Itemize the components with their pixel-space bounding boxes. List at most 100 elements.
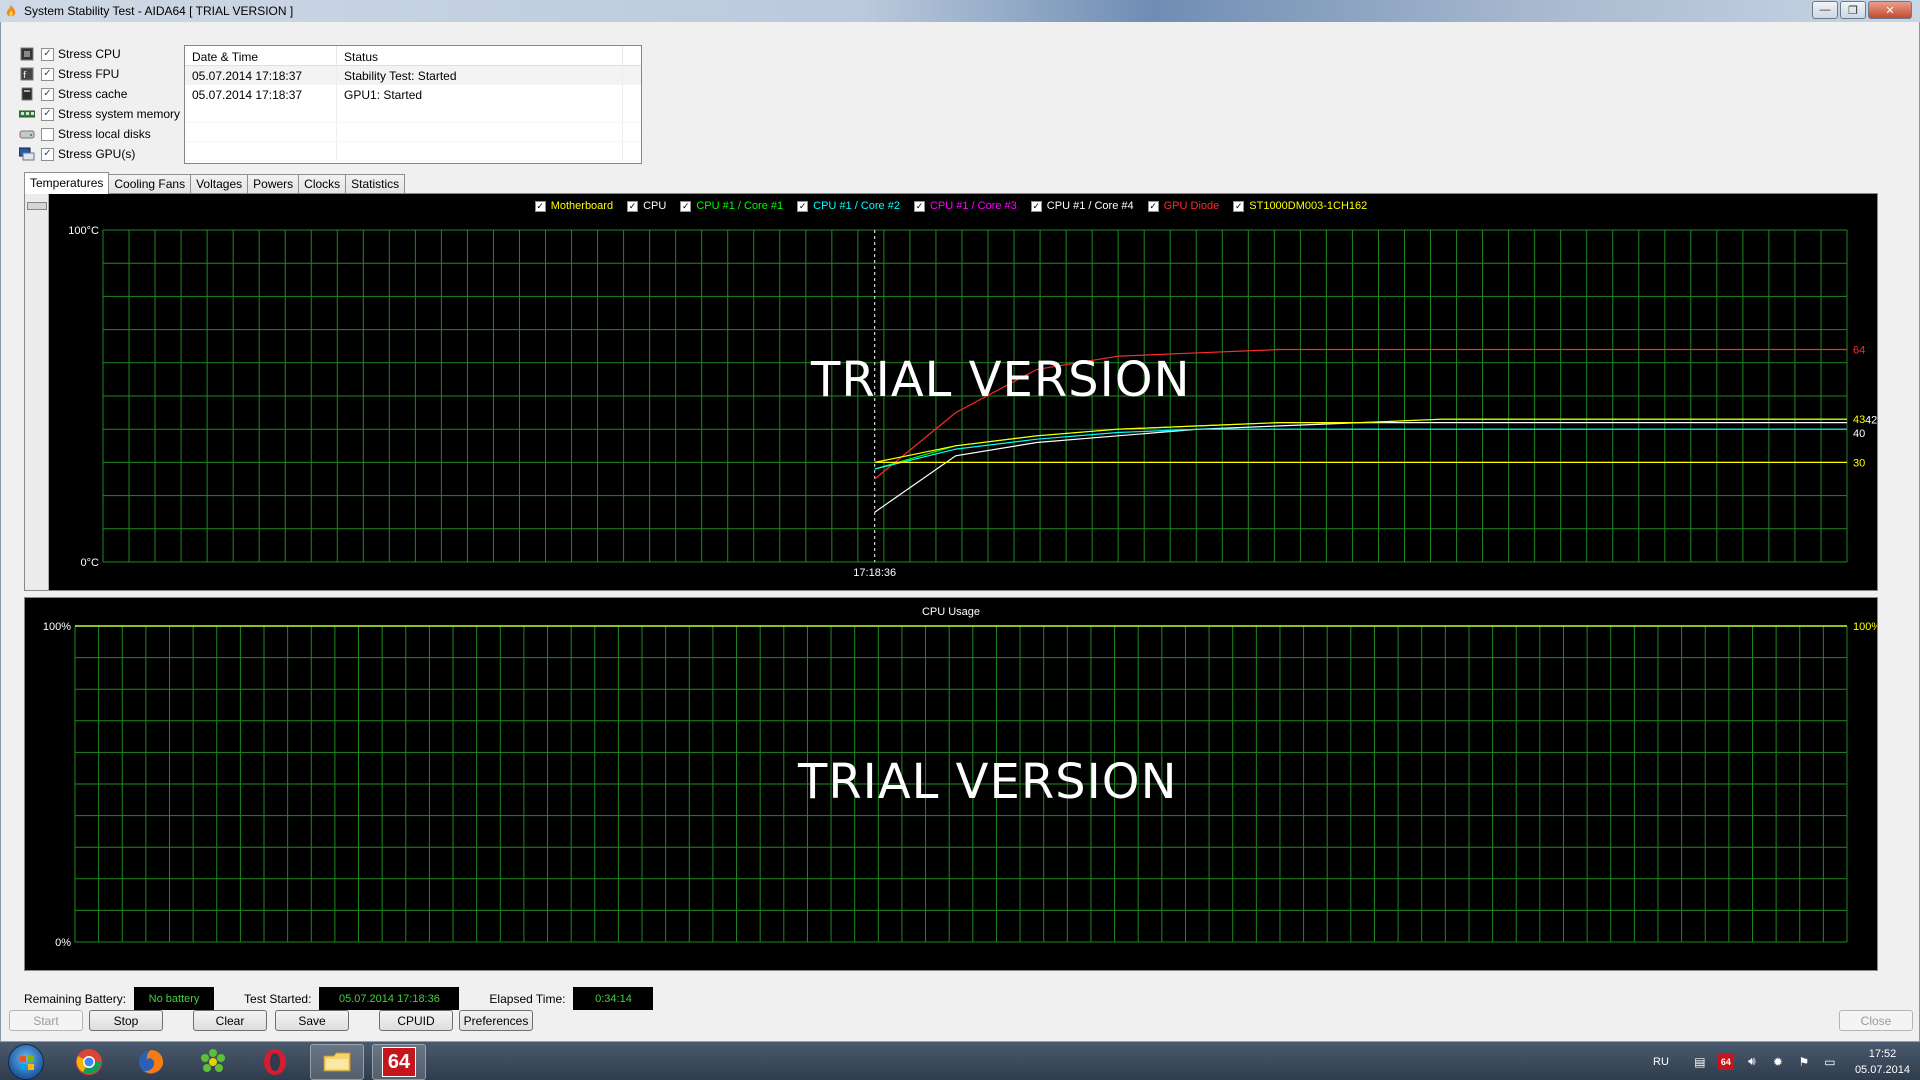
restore-icon: ❐	[1848, 4, 1858, 17]
save-button[interactable]: Save	[275, 1010, 349, 1031]
stress-cpu-checkbox[interactable]: ✓	[41, 47, 54, 61]
log-row[interactable]: 05.07.2014 17:18:37 GPU1: Started	[185, 85, 641, 104]
y-axis-min-label: 0%	[55, 937, 71, 949]
aida-tray-icon[interactable]: 64	[1717, 1053, 1734, 1070]
preferences-button[interactable]: Preferences	[459, 1010, 533, 1031]
cpu-current-value-label: 100%	[1853, 621, 1877, 633]
close-icon: ✕	[1885, 4, 1895, 17]
stress-fpu-option[interactable]: f ✓ Stress FPU	[19, 64, 180, 84]
tab-voltages[interactable]: Voltages	[190, 174, 249, 194]
clear-button[interactable]: Clear	[193, 1010, 267, 1031]
opera-icon	[264, 1049, 286, 1075]
cpu-usage-graph-panel: CPU Usage 100% 0% 100% TRIAL VERSION	[24, 597, 1878, 971]
volume-icon[interactable]: 🔊︎	[1744, 1054, 1760, 1070]
gpu-icon	[19, 147, 35, 161]
sun-icon[interactable]: ✹	[1770, 1054, 1786, 1070]
stress-disks-checkbox[interactable]	[41, 127, 54, 141]
stop-button[interactable]: Stop	[89, 1010, 163, 1031]
stress-cpu-label: Stress CPU	[58, 47, 121, 61]
aida64-app[interactable]: 64	[372, 1044, 426, 1080]
stress-cache-option[interactable]: ✓ Stress cache	[19, 84, 180, 104]
y-axis-max-label: 100%	[43, 621, 71, 633]
battery-label: Remaining Battery:	[24, 991, 127, 1006]
log-row[interactable]: 05.07.2014 17:18:37 Stability Test: Star…	[185, 66, 641, 85]
maximize-button[interactable]: ❐	[1840, 1, 1866, 19]
clock[interactable]: 17:52 05.07.2014	[1855, 1046, 1910, 1078]
close-button[interactable]: Close	[1839, 1010, 1913, 1031]
opera-app[interactable]	[248, 1044, 302, 1080]
log-cell-status: GPU1: Started	[337, 85, 623, 104]
stress-gpu-option[interactable]: ✓ Stress GPU(s)	[19, 144, 180, 164]
language-indicator[interactable]: RU	[1653, 1056, 1669, 1068]
flag-icon[interactable]: ⚑	[1796, 1054, 1812, 1070]
explorer-icon	[323, 1052, 351, 1072]
stress-memory-checkbox[interactable]: ✓	[41, 107, 54, 121]
stress-options-list: ✓ Stress CPU f ✓ Stress FPU ✓ Stress cac…	[19, 44, 180, 164]
stress-fpu-checkbox[interactable]: ✓	[41, 67, 54, 81]
minimize-icon: —	[1819, 4, 1831, 16]
explorer-app[interactable]	[310, 1044, 364, 1080]
display-icon[interactable]: ▭	[1822, 1054, 1838, 1070]
aida64-icon-label: 64	[387, 1050, 411, 1073]
stress-cache-label: Stress cache	[58, 87, 128, 101]
log-header-row: Date & Time Status	[185, 46, 641, 66]
graph-tabs: Temperatures Cooling Fans Voltages Power…	[24, 172, 406, 194]
window-title: System Stability Test - AIDA64 [ TRIAL V…	[24, 4, 294, 18]
marker-time-label: 17:18:36	[853, 567, 896, 579]
aida64-icon: 64	[382, 1047, 416, 1077]
log-empty-row	[185, 104, 641, 123]
close-window-button[interactable]: ✕	[1868, 1, 1912, 19]
elapsed-time-label: Elapsed Time:	[489, 991, 566, 1006]
flame-icon	[4, 4, 18, 18]
event-log-table[interactable]: Date & Time Status 05.07.2014 17:18:37 S…	[184, 45, 642, 164]
stress-gpu-checkbox[interactable]: ✓	[41, 147, 54, 161]
elapsed-time-value: 0:34:14	[573, 987, 654, 1010]
chrome-app[interactable]	[62, 1044, 116, 1080]
start-button[interactable]	[8, 1044, 44, 1080]
clock-time: 17:52	[1868, 1047, 1897, 1060]
status-row: Remaining Battery: No battery Test Start…	[24, 987, 683, 1010]
icq-app[interactable]	[186, 1044, 240, 1080]
series-line-cpu	[874, 422, 1847, 513]
log-cell-datetime: 05.07.2014 17:18:37	[185, 85, 337, 104]
log-cell-status: Stability Test: Started	[337, 66, 623, 85]
series-line-cpu-1-core-2	[874, 428, 1847, 470]
trial-watermark: TRIAL VERSION	[798, 754, 1178, 810]
trial-watermark: TRIAL VERSION	[811, 352, 1191, 408]
y-axis-min-label: 0°C	[81, 557, 100, 569]
cpu-icon	[19, 47, 35, 61]
taskbar: 64 RU ▤ 64 🔊︎ ✹ ⚑ ▭ 17:52 05.07.2014	[0, 1041, 1920, 1080]
system-tray: RU ▤ 64 🔊︎ ✹ ⚑ ▭ 17:52 05.07.2014	[1653, 1042, 1910, 1080]
test-started-value: 05.07.2014 17:18:36	[319, 987, 460, 1010]
log-header-status[interactable]: Status	[337, 46, 623, 65]
firefox-icon	[139, 1050, 164, 1074]
start-button[interactable]: Start	[9, 1010, 83, 1031]
cpuid-button[interactable]: CPUID	[379, 1010, 453, 1031]
chrome-icon	[76, 1049, 102, 1075]
tab-statistics[interactable]: Statistics	[345, 174, 406, 194]
stress-cache-checkbox[interactable]: ✓	[41, 87, 54, 101]
stress-disks-label: Stress local disks	[58, 127, 151, 141]
tab-clocks[interactable]: Clocks	[298, 174, 347, 194]
minimize-button[interactable]: —	[1812, 1, 1838, 19]
firefox-app[interactable]	[124, 1044, 178, 1080]
stress-disks-option[interactable]: Stress local disks	[19, 124, 180, 144]
temperature-graph-panel: ✓ Motherboard ✓ CPU ✓ CPU #1 / Core #1 ✓…	[24, 193, 1878, 591]
icq-icon	[201, 1049, 225, 1072]
test-started-label: Test Started:	[244, 991, 312, 1006]
stability-test-window: ✓ Stress CPU f ✓ Stress FPU ✓ Stress cac…	[0, 22, 1920, 1041]
tab-cooling-fans[interactable]: Cooling Fans	[108, 174, 192, 194]
stress-cpu-option[interactable]: ✓ Stress CPU	[19, 44, 180, 64]
tab-temperatures[interactable]: Temperatures	[24, 172, 110, 194]
title-bar[interactable]: System Stability Test - AIDA64 [ TRIAL V…	[0, 0, 1920, 22]
memory-icon	[19, 107, 35, 121]
tab-powers[interactable]: Powers	[247, 174, 300, 194]
stress-memory-option[interactable]: ✓ Stress system memory	[19, 104, 180, 124]
windows-logo-icon	[20, 1056, 34, 1070]
cache-icon	[19, 87, 35, 101]
fpu-icon: f	[19, 67, 35, 81]
log-cell-datetime: 05.07.2014 17:18:37	[185, 66, 337, 85]
log-header-datetime[interactable]: Date & Time	[185, 46, 337, 65]
stress-gpu-label: Stress GPU(s)	[58, 147, 136, 161]
network-icon[interactable]: ▤	[1692, 1054, 1708, 1070]
